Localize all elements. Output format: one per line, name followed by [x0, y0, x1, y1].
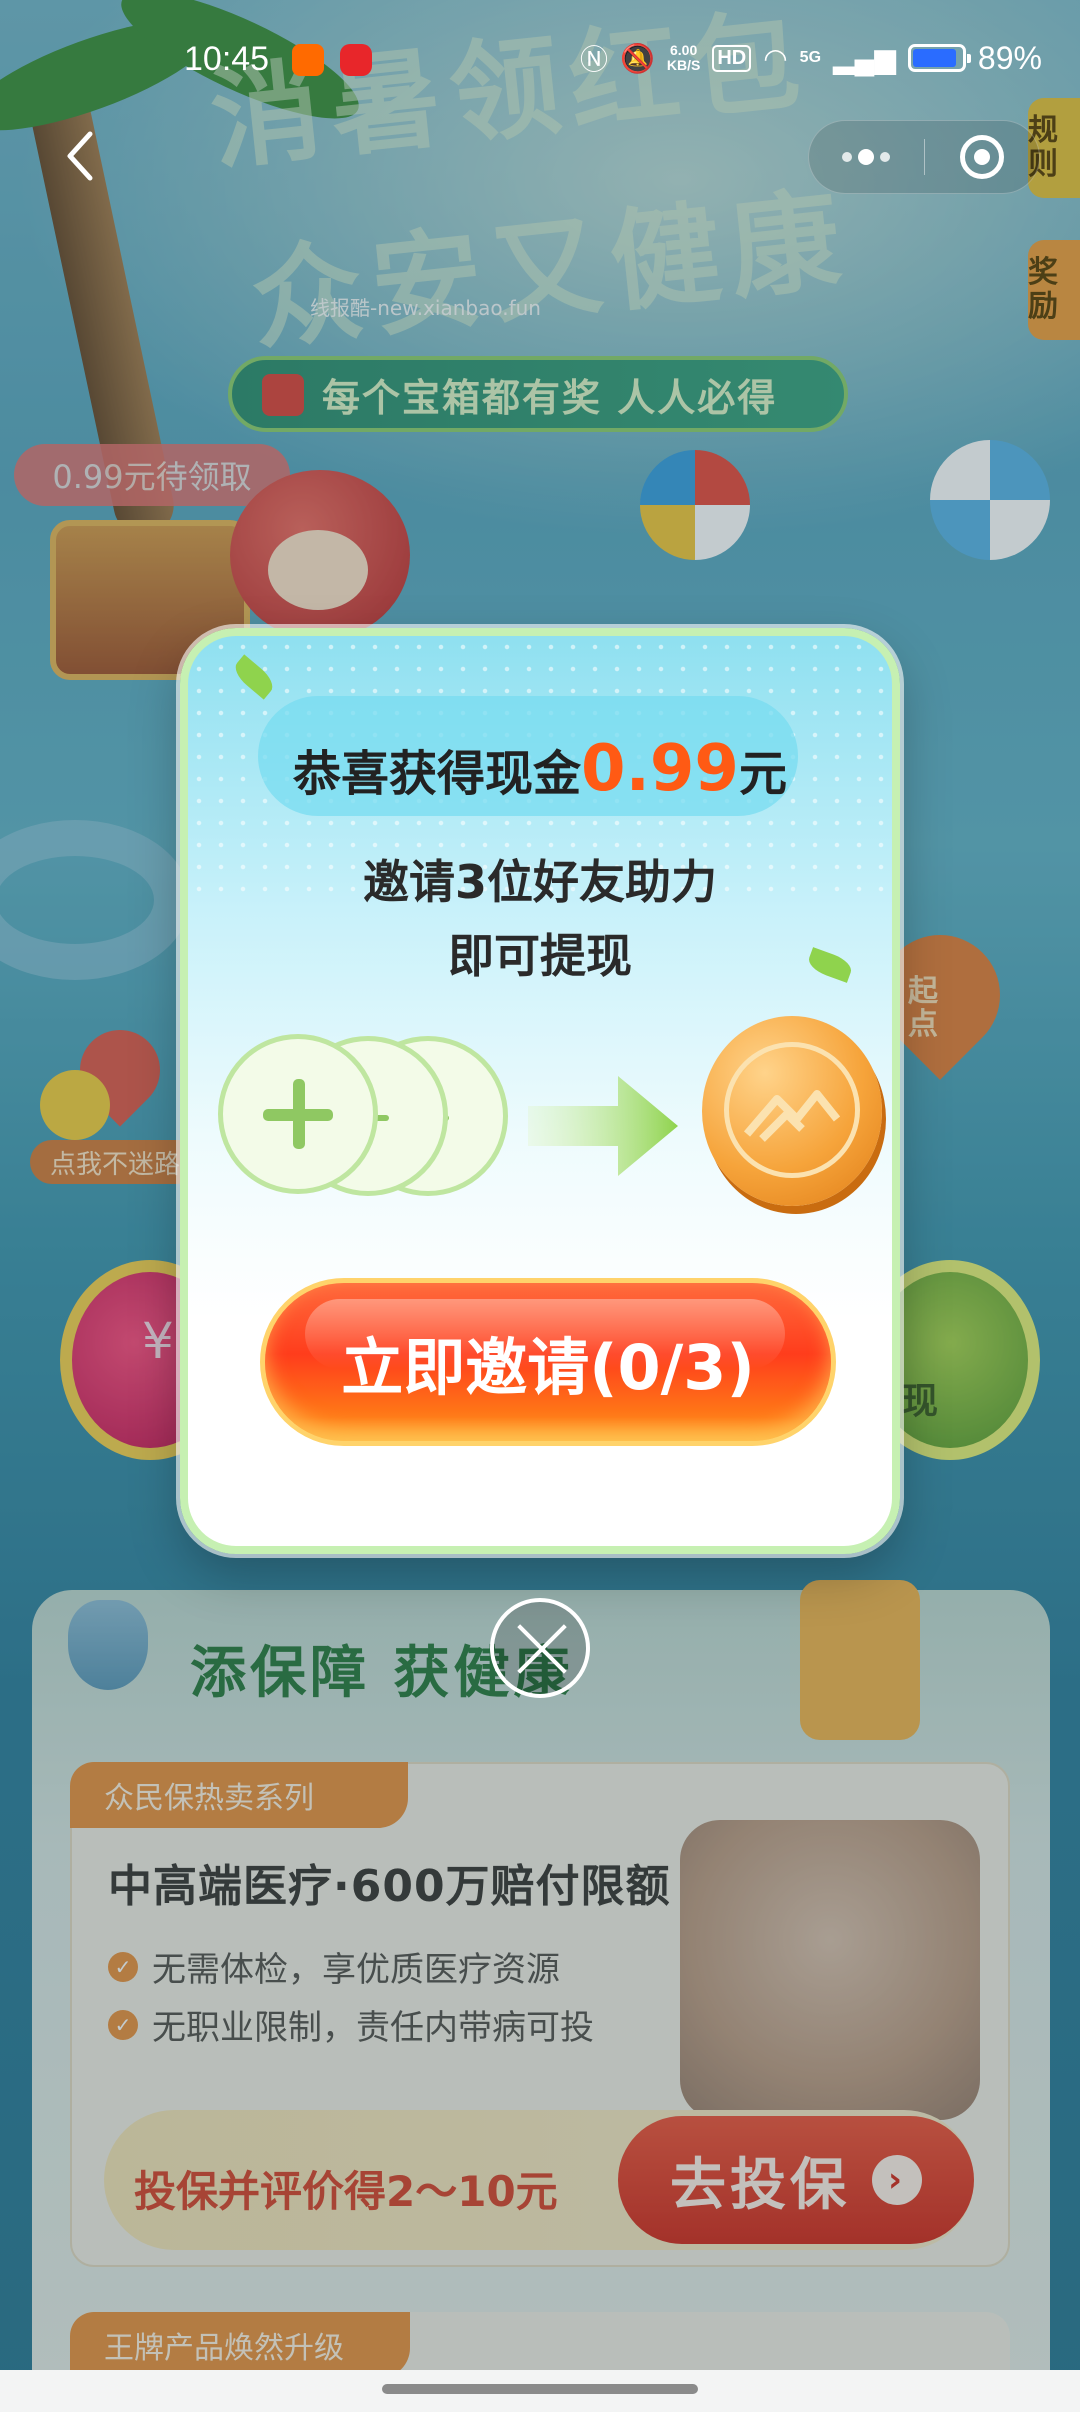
invite-button-label: 立即邀请(0/3) — [341, 1331, 755, 1404]
home-gesture-handle[interactable] — [382, 2384, 698, 2394]
plus-icon — [263, 1079, 333, 1149]
chevron-left-icon — [67, 131, 93, 181]
withdraw-instruction: 即可提现 — [448, 929, 632, 983]
cash-amount: 0.99 — [581, 732, 739, 806]
hd-badge: HD — [712, 44, 752, 72]
target-icon — [959, 135, 1004, 179]
mini-program-capsule — [808, 120, 1040, 194]
close-icon[interactable] — [490, 1598, 590, 1698]
exit-button[interactable] — [925, 135, 1040, 179]
invite-instruction: 邀请3位好友助力 — [362, 855, 717, 909]
title-suffix: 元 — [738, 746, 787, 802]
status-time: 10:45 — [184, 40, 270, 78]
reward-modal: 恭喜获得现金0.99元 邀请3位好友助力 即可提现 立即邀请(0/3) — [180, 628, 900, 1554]
app-58-icon — [292, 44, 324, 76]
net-speed-unit: KB/S — [666, 57, 701, 73]
more-dots-icon — [858, 149, 875, 165]
battery-percent: 89% — [977, 39, 1042, 76]
invite-button[interactable]: 立即邀请(0/3) — [260, 1278, 836, 1446]
title-prefix: 恭喜获得现金 — [293, 746, 582, 802]
nfc-icon: Ⓝ — [580, 44, 609, 75]
status-icons: Ⓝ 🔕 6.00 KB/S HD ◠ 5G ▂▄▆ 89% — [580, 38, 1042, 78]
mute-bell-icon: 🔕 — [620, 42, 655, 74]
signal-icon: ▂▄▆ — [833, 42, 896, 74]
status-bar: 10:45 Ⓝ 🔕 6.00 KB/S HD ◠ 5G ▂▄▆ 89% — [0, 0, 1080, 120]
friend-slot-1[interactable] — [218, 1034, 378, 1194]
network-type: 5G — [799, 49, 822, 66]
arrow-right-icon — [528, 1076, 678, 1176]
modal-title: 恭喜获得现金0.99元 — [188, 732, 892, 806]
mountain-logo-icon — [743, 1090, 841, 1142]
wifi-icon: ◠ — [763, 42, 788, 74]
more-dots-icon — [842, 152, 853, 162]
more-button[interactable] — [809, 149, 924, 165]
back-button[interactable] — [60, 126, 120, 186]
battery-icon — [907, 44, 971, 72]
net-speed: 6.00 KB/S — [667, 43, 700, 73]
net-speed-value: 6.00 — [669, 42, 698, 58]
cash-coin-icon — [702, 1016, 882, 1206]
more-dots-icon — [880, 152, 891, 162]
netease-music-icon — [340, 44, 372, 76]
battery-level — [912, 49, 956, 67]
